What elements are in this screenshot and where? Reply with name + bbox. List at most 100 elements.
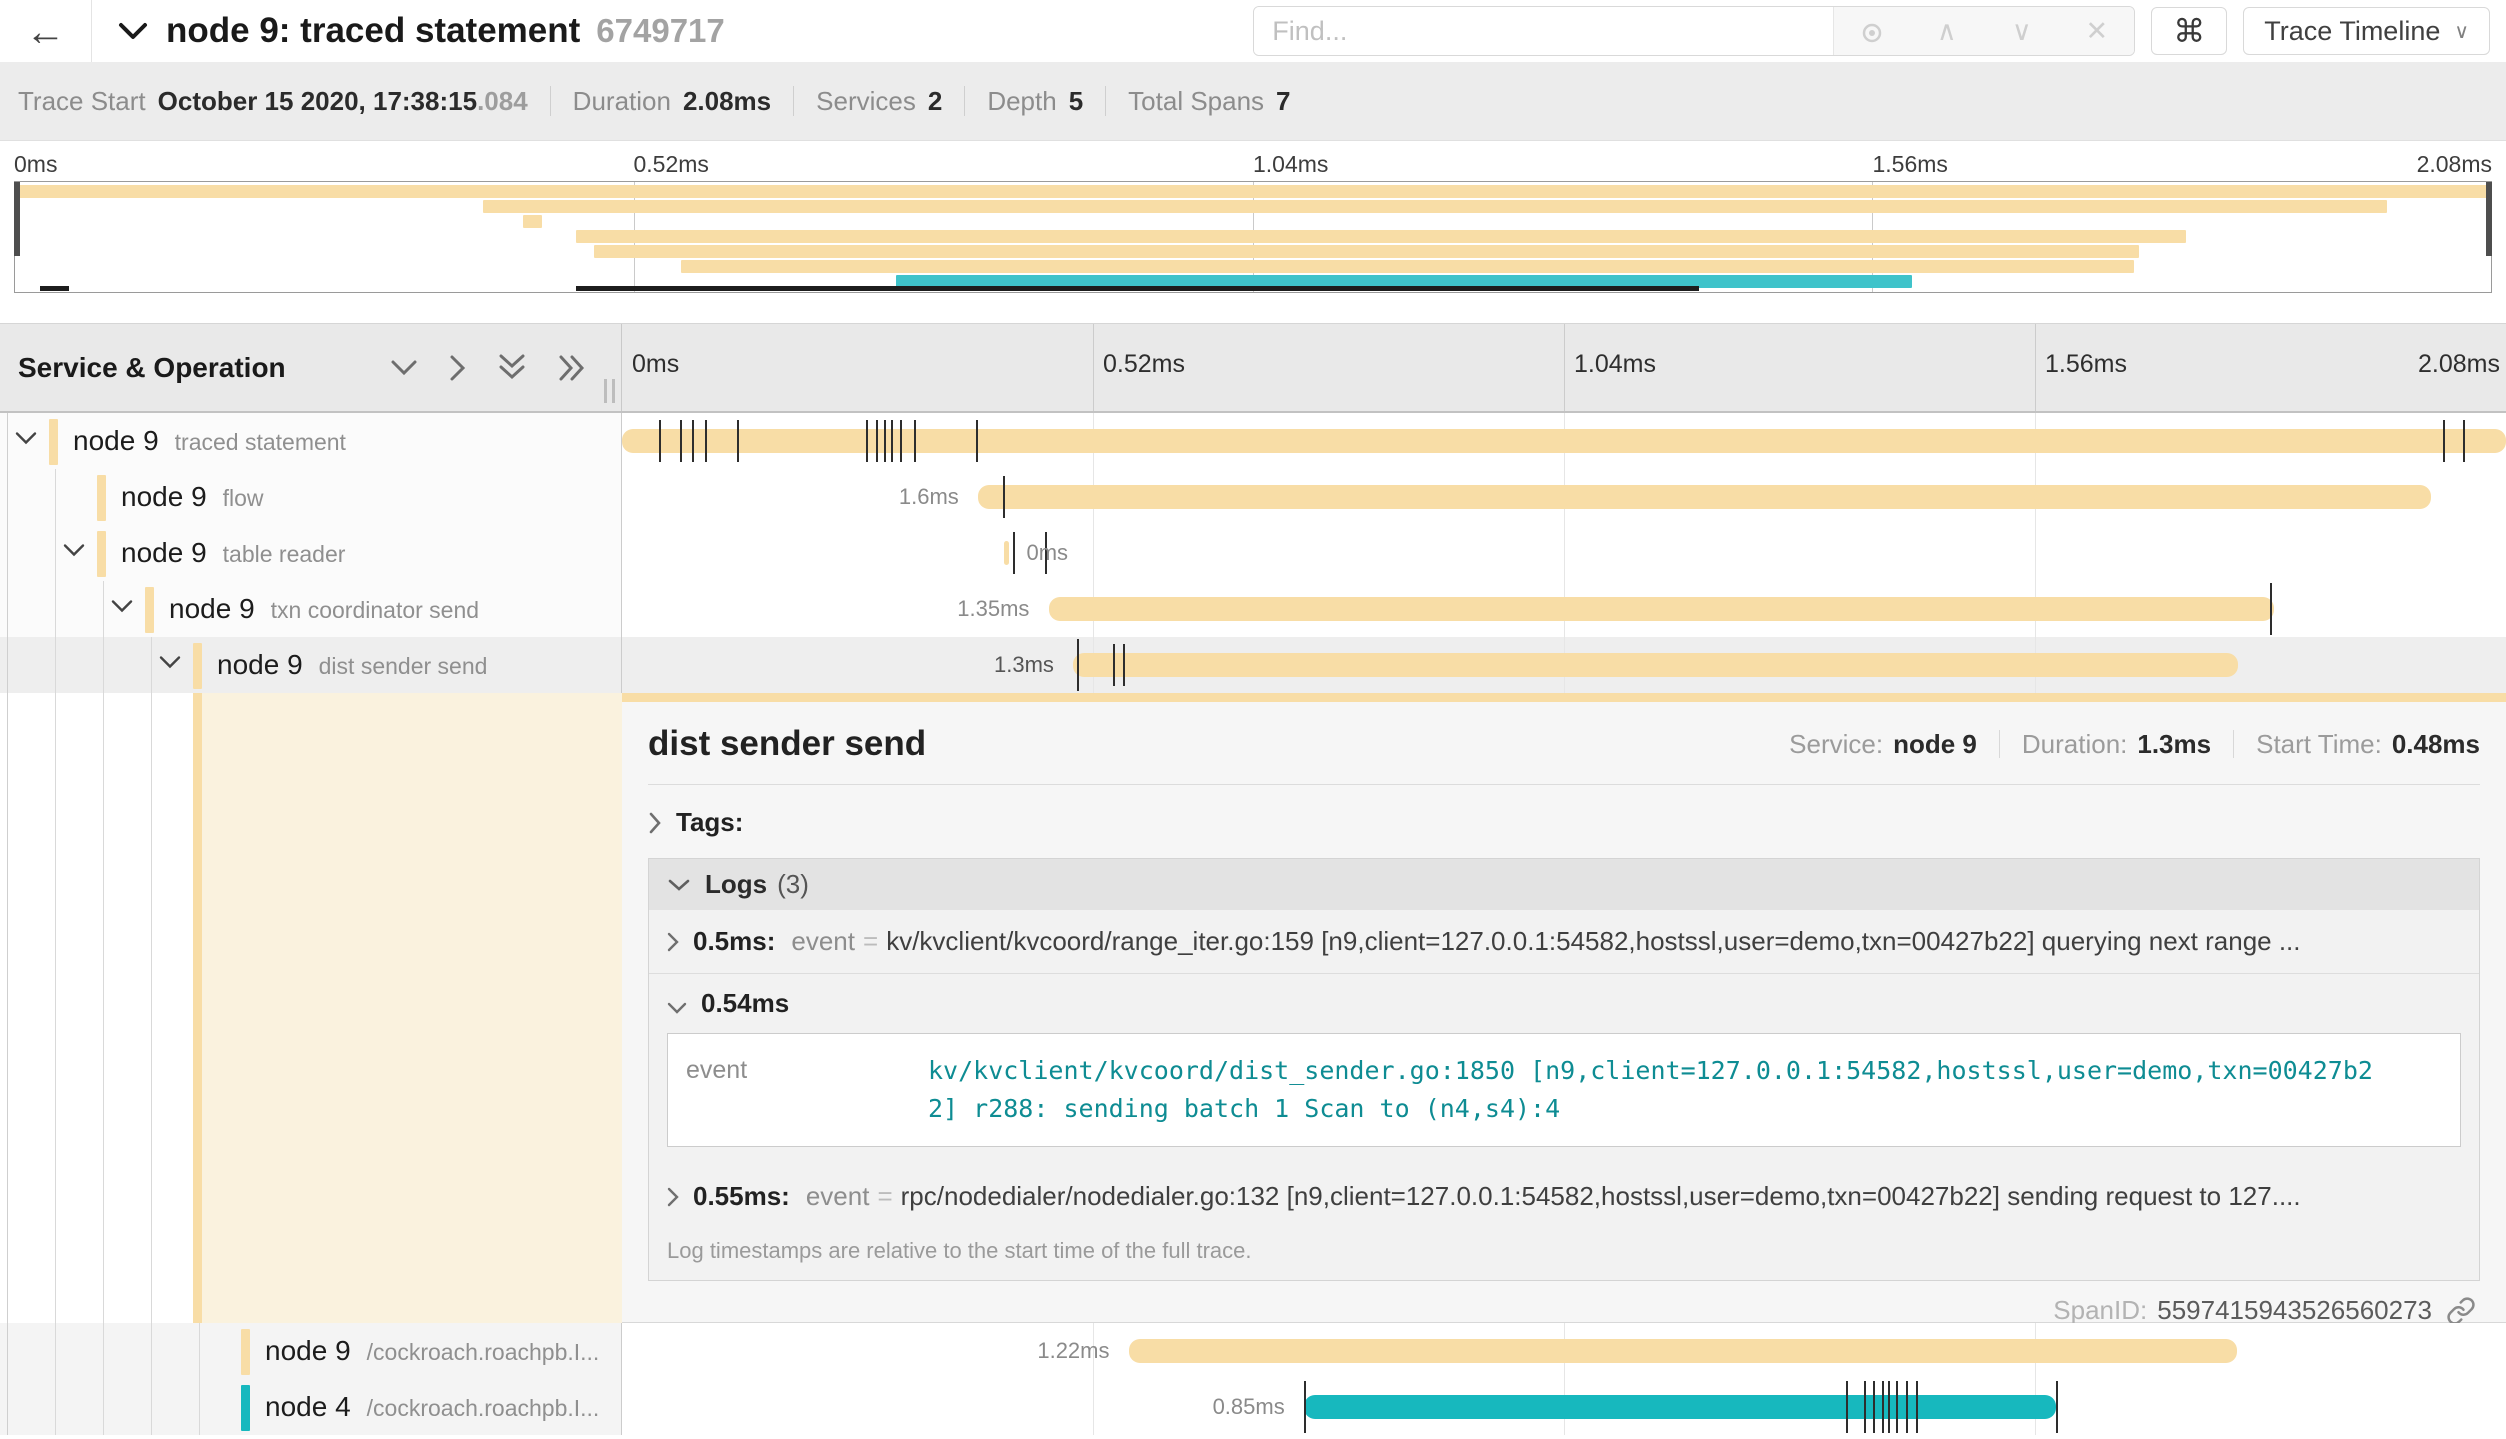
span-row[interactable]: node 9dist sender send1.3ms — [0, 637, 2506, 693]
log-marker-tick — [866, 420, 868, 462]
timeline-header: Service & Operation 0ms0.52ms1.04ms1.56m… — [0, 323, 2506, 413]
log-entry[interactable]: 0.5ms: event = kv/kvclient/kvcoord/range… — [649, 910, 2479, 973]
minimap-canvas[interactable] — [14, 181, 2492, 293]
span-row-name-column[interactable]: node 9txn coordinator send — [0, 581, 622, 637]
span-row[interactable]: node 9traced statement — [0, 413, 2506, 469]
span-duration-bar[interactable] — [1129, 1339, 2237, 1363]
span-row[interactable]: node 9txn coordinator send1.35ms — [0, 581, 2506, 637]
span-row[interactable]: node 9table reader0ms — [0, 525, 2506, 581]
span-expand-chevron-icon[interactable] — [15, 432, 37, 451]
span-service-name: node 9traced statement — [73, 425, 346, 457]
span-operation-name: table reader — [223, 541, 346, 567]
span-duration-bar[interactable] — [1004, 541, 1009, 565]
span-row-timeline[interactable]: 1.22ms — [622, 1323, 2506, 1379]
span-detail-meta: Service: node 9 Duration: 1.3ms Start Ti… — [1789, 729, 2480, 760]
find-input[interactable] — [1254, 7, 1833, 55]
log-marker-tick — [692, 420, 694, 462]
span-duration-bar[interactable] — [1049, 597, 2274, 621]
span-duration-bar[interactable] — [978, 485, 2431, 509]
view-type-label: Trace Timeline — [2264, 16, 2440, 47]
span-row-name-column[interactable]: node 9flow — [0, 469, 622, 525]
span-color-bar — [49, 419, 58, 465]
log-marker-tick — [2463, 420, 2465, 462]
trace-title-group: node 9: traced statement 6749717 — [118, 11, 1253, 51]
span-color-bar — [97, 475, 106, 521]
span-accent-bar[interactable] — [622, 693, 2506, 702]
minimap-span-bar — [681, 260, 2134, 273]
expand-all-icon[interactable] — [557, 353, 587, 383]
indent-guide — [55, 693, 56, 1323]
minimap-left-scrubber[interactable] — [14, 182, 20, 256]
log-marker-tick — [1846, 1381, 1848, 1433]
clear-search-icon[interactable]: ✕ — [2067, 8, 2127, 54]
chevron-right-icon — [667, 928, 679, 959]
span-row[interactable]: node 9flow 1.6ms — [0, 469, 2506, 525]
log-entry-header[interactable]: 0.54ms — [667, 988, 2461, 1019]
indent-guide — [103, 637, 104, 693]
prev-match-icon[interactable]: ∧ — [1917, 8, 1977, 54]
log-marker-tick — [705, 420, 707, 462]
span-row-name-column[interactable]: node 9traced statement — [0, 413, 622, 469]
span-duration-label: 1.22ms — [1037, 1338, 1109, 1364]
indent-guide — [151, 1379, 152, 1435]
log-marker-tick — [914, 420, 916, 462]
trace-id: 6749717 — [596, 12, 724, 50]
span-start-time-value: 0.48ms — [2392, 729, 2480, 760]
back-button[interactable]: ← — [0, 0, 92, 62]
minimap-right-scrubber[interactable] — [2486, 182, 2492, 256]
timeline-gridline — [1564, 525, 1565, 581]
log-entry[interactable]: 0.55ms: event = rpc/nodedialer/nodediale… — [649, 1165, 2479, 1228]
divider — [793, 86, 794, 116]
locate-icon[interactable] — [1842, 8, 1902, 54]
span-duration-bar[interactable] — [622, 429, 2506, 453]
span-detail: dist sender send Service: node 9 Duratio… — [622, 693, 2506, 1323]
log-marker-tick — [1077, 639, 1079, 691]
indent-guide — [103, 1323, 104, 1379]
span-row[interactable]: node 9/cockroach.roachpb.I... 1.22ms — [0, 1323, 2506, 1379]
selected-span-highlight — [202, 693, 622, 1323]
span-row-timeline[interactable] — [622, 413, 2506, 469]
link-icon[interactable] — [2446, 1296, 2476, 1326]
indent-guide — [55, 581, 56, 637]
span-row-timeline[interactable]: 1.35ms — [622, 581, 2506, 637]
logs-header[interactable]: Logs (3) — [649, 859, 2479, 910]
collapse-all-icon[interactable] — [497, 353, 527, 383]
minimap-tick-label: 0ms — [14, 151, 57, 178]
span-row-timeline[interactable]: 1.6ms — [622, 469, 2506, 525]
next-match-icon[interactable]: ∨ — [1992, 8, 2052, 54]
span-row-name-column[interactable]: node 4/cockroach.roachpb.I... — [0, 1379, 622, 1435]
span-row-timeline[interactable]: 0.85ms — [622, 1379, 2506, 1435]
indent-guide — [103, 1379, 104, 1435]
indent-guide — [7, 1323, 8, 1379]
collapse-one-icon[interactable] — [389, 359, 419, 377]
log-marker-tick — [1013, 532, 1015, 574]
expand-one-icon[interactable] — [449, 353, 467, 383]
span-row-name-column[interactable]: node 9table reader — [0, 525, 622, 581]
span-row-timeline[interactable]: 0ms — [622, 525, 2506, 581]
span-row[interactable]: node 4/cockroach.roachpb.I...0.85ms — [0, 1379, 2506, 1435]
span-detail-title: dist sender send — [648, 724, 926, 764]
span-expand-chevron-icon[interactable] — [111, 600, 133, 619]
timeline-ruler: 0ms0.52ms1.04ms1.56ms2.08ms — [622, 324, 2506, 411]
span-duration-label: 1.6ms — [899, 484, 959, 510]
ruler-tick-label: 1.56ms — [2035, 350, 2127, 379]
logs-count: (3) — [777, 869, 809, 900]
trace-collapse-chevron-icon[interactable] — [118, 21, 148, 41]
jaeger-trace-view: ← node 9: traced statement 6749717 ∧ ∨ ✕ — [0, 0, 2506, 1439]
span-expand-chevron-icon[interactable] — [159, 656, 181, 675]
span-duration-bar[interactable] — [1304, 1395, 2056, 1419]
view-type-dropdown[interactable]: Trace Timeline ∨ — [2243, 7, 2490, 55]
span-operation-name: /cockroach.roachpb.I... — [367, 1395, 600, 1421]
span-row-name-column[interactable]: node 9dist sender send — [0, 637, 622, 693]
span-duration-bar[interactable] — [1073, 653, 2237, 677]
column-resizer-grip[interactable] — [604, 379, 615, 403]
span-color-bar — [241, 1385, 250, 1431]
keyboard-shortcuts-button[interactable]: ⌘ — [2151, 7, 2227, 55]
span-row-name-column[interactable]: node 9/cockroach.roachpb.I... — [0, 1323, 622, 1379]
find-tools: ∧ ∨ ✕ — [1833, 7, 2134, 55]
minimap-tick-labels: 0ms0.52ms1.04ms1.56ms2.08ms — [14, 149, 2492, 181]
span-expand-chevron-icon[interactable] — [63, 544, 85, 563]
log-marker-tick — [884, 420, 886, 462]
span-tags-row[interactable]: Tags: — [648, 807, 2480, 838]
span-row-timeline[interactable]: 1.3ms — [622, 637, 2506, 693]
